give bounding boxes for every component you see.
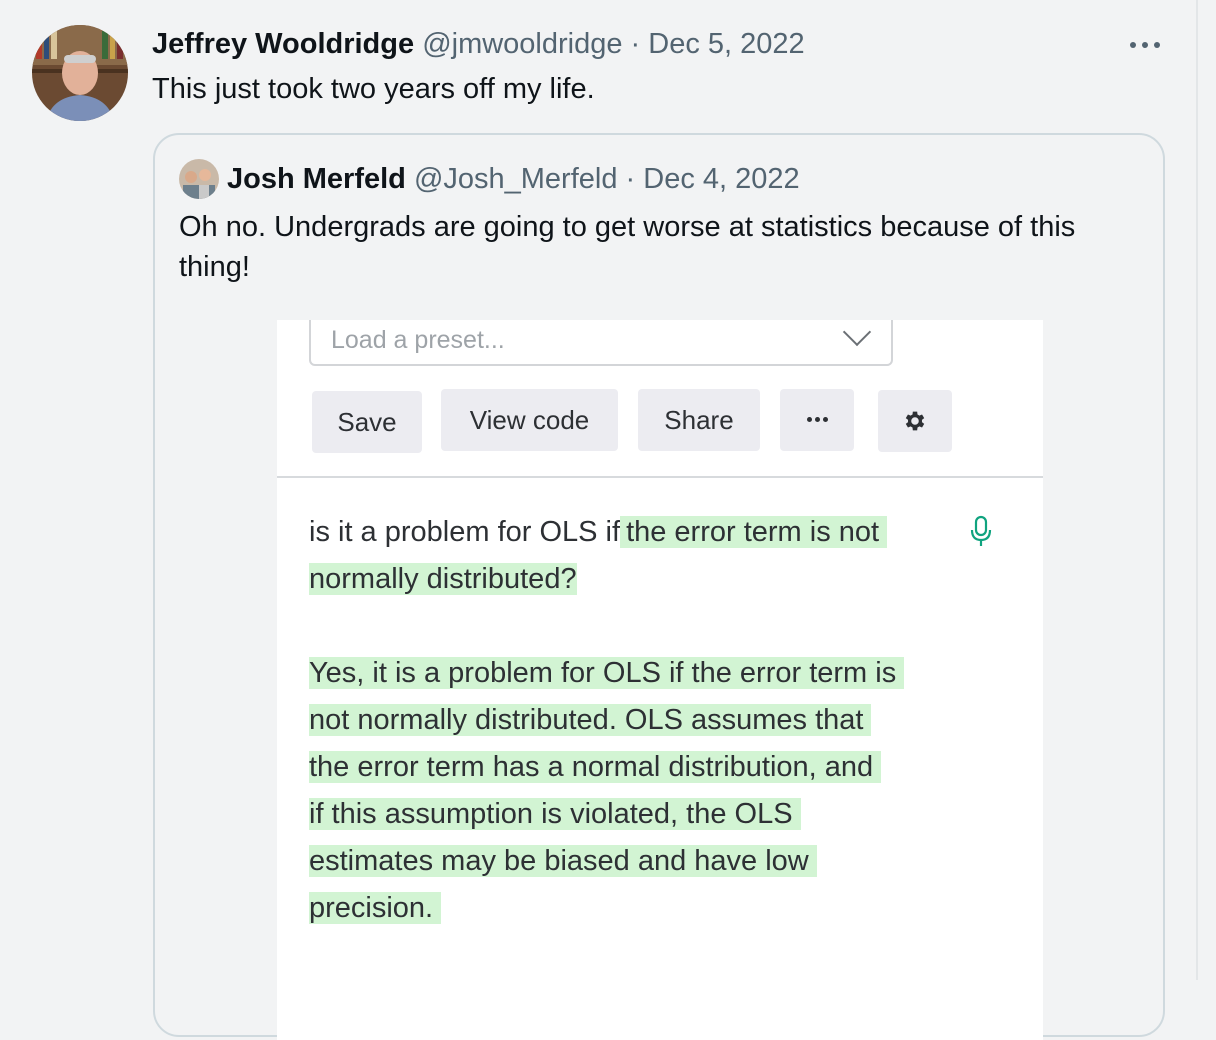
tweet-header: Jeffrey Wooldridge @jmwooldridge · Dec 5… [152,26,805,62]
chevron-down-icon [842,320,872,347]
ellipsis-icon [780,389,854,451]
completion-line: if this assumption is violated, the OLS [309,791,989,838]
completion-line: estimates may be biased and have low [309,838,989,885]
quoted-meta-separator: · [625,163,636,195]
completion-line: not normally distributed. OLS assumes th… [309,697,989,744]
gear-icon [878,390,952,452]
quoted-tweet-date[interactable]: Dec 4, 2022 [643,163,799,195]
quoted-tweet-header: Josh Merfeld @Josh_Merfeld · Dec 4, 2022 [227,159,800,199]
preset-dropdown: Load a preset... [309,320,893,366]
tweet-card: Jeffrey Wooldridge @jmwooldridge · Dec 5… [0,0,1198,1040]
quoted-author-name[interactable]: Josh Merfeld [227,163,406,195]
view-code-button: View code [441,389,618,451]
attached-image[interactable]: Load a preset... Save View code Share is… [277,320,1043,1040]
quoted-author-avatar[interactable] [179,159,219,199]
tweet-date[interactable]: Dec 5, 2022 [648,28,804,60]
completion-line: precision. [309,885,989,932]
author-name[interactable]: Jeffrey Wooldridge [152,28,414,60]
meta-separator: · [630,28,641,60]
preset-placeholder: Load a preset... [331,326,505,354]
author-handle[interactable]: @jmwooldridge [422,28,622,60]
completion-line: Yes, it is a problem for OLS if the erro… [309,650,989,697]
quoted-tweet-text: Oh no. Undergrads are going to get worse… [179,211,1076,283]
prompt-highlight-continued: normally distributed? [309,563,577,595]
save-button: Save [312,391,422,453]
author-avatar[interactable] [32,25,128,121]
quoted-tweet[interactable]: Josh Merfeld @Josh_Merfeld · Dec 4, 2022… [153,133,1165,1040]
microphone-icon [969,515,993,549]
prompt-highlight: the error term is not [620,516,888,548]
completion-text: Yes, it is a problem for OLS if the erro… [309,650,989,932]
more-options-icon[interactable] [1126,36,1166,56]
completion-line: the error term has a normal distribution… [309,744,989,791]
quoted-author-handle[interactable]: @Josh_Merfeld [414,163,618,195]
prompt-text: is it a problem for OLS if the error term… [309,509,1009,603]
prompt-plain: is it a problem for OLS if [309,516,621,548]
tweet-text: This just took two years off my life. [152,73,595,105]
share-button: Share [638,389,760,451]
divider [277,476,1043,478]
